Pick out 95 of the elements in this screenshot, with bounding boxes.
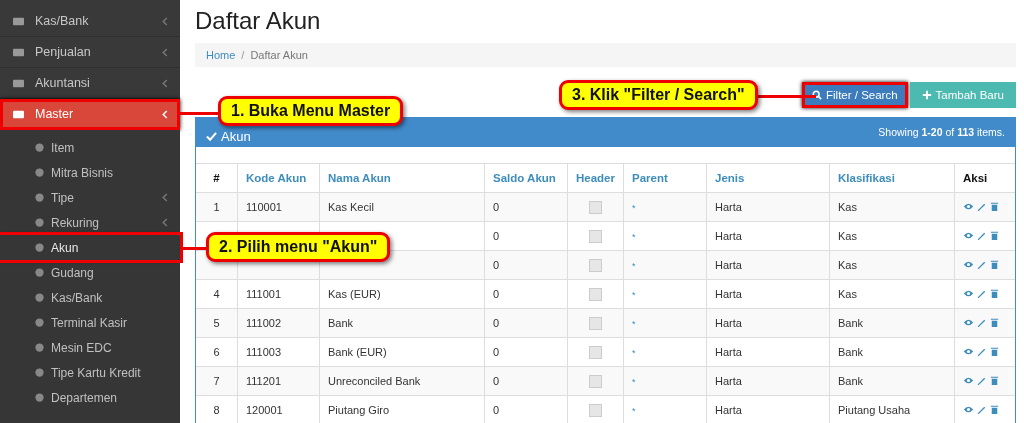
table-cell: *: [632, 232, 636, 242]
submenu-item[interactable]: Mitra Bisnis: [0, 160, 180, 185]
table-cell: 0: [493, 230, 500, 242]
submenu-item[interactable]: Rekuring: [0, 210, 180, 235]
submenu-item[interactable]: Akun: [0, 235, 180, 260]
table-cell: 4: [213, 288, 220, 300]
table-cell: Harta: [715, 288, 742, 300]
checkbox[interactable]: [589, 200, 602, 214]
table-cell: Unreconciled Bank: [328, 375, 421, 387]
callout-label: 3. Klik "Filter / Search": [559, 80, 758, 110]
table-cell: 111003: [246, 346, 282, 358]
submenu-item[interactable]: Terminal Kasir: [0, 310, 180, 335]
search-icon: [812, 90, 822, 100]
table-cell: Harta: [715, 375, 742, 387]
table-cell: 5: [213, 317, 220, 329]
plus-icon: [921, 90, 932, 100]
table-cell: 0: [493, 404, 500, 416]
callout-label: 2. Pilih menu "Akun": [206, 232, 391, 262]
table-cell: 111002: [246, 317, 282, 329]
breadcrumb-link[interactable]: Home: [206, 49, 236, 61]
checkbox[interactable]: [589, 287, 602, 301]
table-cell: *: [632, 290, 636, 300]
table-cell: *: [632, 406, 636, 416]
checkbox[interactable]: [589, 258, 602, 272]
table-cell: Piutang Giro: [328, 404, 390, 416]
submenu-item[interactable]: Item: [0, 135, 180, 160]
trash-icon[interactable]: [989, 287, 1000, 299]
table-cell: Harta: [715, 230, 742, 242]
trash-icon[interactable]: [989, 200, 1000, 212]
submenu-item[interactable]: Tipe: [0, 185, 180, 210]
table-cell: 1: [213, 201, 220, 213]
table-cell: Bank: [328, 317, 354, 329]
table-cell: 0: [493, 317, 500, 329]
table-cell: Harta: [715, 317, 742, 329]
table-cell: 0: [493, 259, 500, 271]
table-cell: 111001: [246, 288, 282, 300]
trash-icon[interactable]: [989, 316, 1000, 328]
table-cell: 0: [493, 201, 500, 213]
table-cell: Kas: [838, 259, 857, 271]
table-cell: Harta: [715, 201, 742, 213]
table-cell: 110001: [246, 201, 282, 213]
table-cell: *: [632, 377, 636, 387]
table-cell: Bank (EUR): [328, 346, 387, 358]
submenu-item[interactable]: Kas/Bank: [0, 285, 180, 310]
table-cell: 8: [213, 404, 220, 416]
sidebar-item[interactable]: Penjualan: [0, 37, 180, 68]
table-cell: *: [632, 203, 636, 213]
checkbox[interactable]: [589, 316, 602, 330]
checkbox[interactable]: [589, 229, 602, 243]
submenu-item[interactable]: Gudang: [0, 260, 180, 285]
leader-line: [180, 112, 220, 115]
table-cell: *: [632, 348, 636, 358]
table-cell: Kas: [838, 230, 857, 242]
submenu-item[interactable]: Mesin EDC: [0, 335, 180, 360]
checkbox[interactable]: [589, 374, 602, 388]
panel-title: Akun: [221, 127, 252, 144]
table-cell: 0: [493, 288, 500, 300]
table-cell: Kas (EUR): [328, 288, 381, 300]
breadcrumb-separator: /: [241, 49, 245, 61]
submenu-item[interactable]: Tipe Kartu Kredit: [0, 360, 180, 385]
sidebar-item[interactable]: Master: [0, 99, 180, 130]
filter-button[interactable]: Filter / Search: [802, 82, 908, 108]
table-cell: *: [632, 319, 636, 329]
table-cell: 6: [213, 346, 220, 358]
table-cell: Kas Kecil: [328, 201, 374, 213]
item-count: Showing 1-20 of 113 items.: [878, 126, 1005, 138]
breadcrumb-current: Daftar Akun: [250, 49, 308, 61]
table-cell: Kas: [838, 201, 857, 213]
submenu-item[interactable]: Departemen: [0, 385, 180, 410]
table-cell: 7: [213, 375, 220, 387]
table-cell: 0: [493, 375, 500, 387]
leader-line: [180, 247, 208, 250]
trash-icon[interactable]: [989, 374, 1000, 386]
table-cell: 120001: [246, 404, 283, 416]
table-cell: Harta: [715, 404, 742, 416]
table-cell: Bank: [838, 346, 864, 358]
trash-icon[interactable]: [989, 258, 1000, 270]
table-cell: Kas: [838, 288, 857, 300]
trash-icon[interactable]: [989, 403, 1000, 415]
callout-label: 1. Buka Menu Master: [218, 96, 404, 126]
trash-icon[interactable]: [989, 229, 1000, 241]
table-cell: Bank: [838, 317, 864, 329]
table-cell: Harta: [715, 346, 742, 358]
checkbox[interactable]: [589, 345, 602, 359]
trash-icon[interactable]: [989, 345, 1000, 357]
table-cell: Harta: [715, 259, 742, 271]
table-cell: Piutang Usaha: [838, 404, 911, 416]
column-header: Aksi: [954, 164, 1015, 193]
table-cell: 0: [493, 346, 500, 358]
checkbox[interactable]: [589, 403, 602, 417]
sidebar-item[interactable]: Kas/Bank: [0, 6, 180, 37]
table-cell: *: [632, 261, 636, 271]
page-title: Daftar Akun: [195, 7, 322, 35]
table-cell: 111201: [246, 375, 282, 387]
table-cell: Bank: [838, 375, 864, 387]
